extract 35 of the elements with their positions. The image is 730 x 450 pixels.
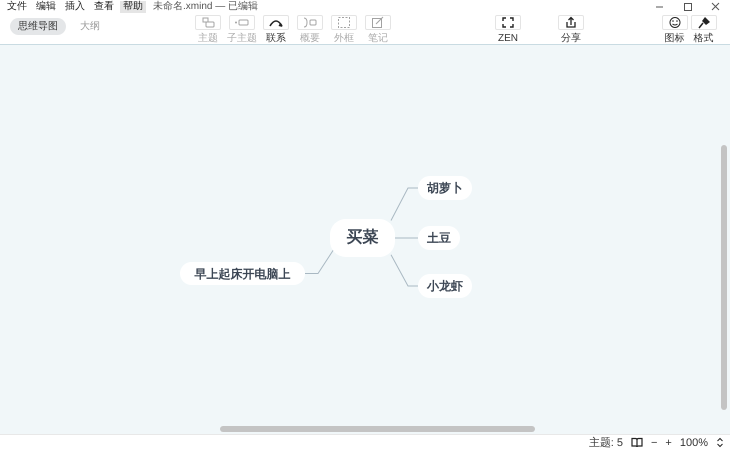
menu-item[interactable]: 编辑	[33, 0, 59, 12]
connector-line	[304, 248, 334, 274]
connector-line	[390, 254, 418, 286]
horizontal-scrollbar[interactable]	[220, 426, 535, 432]
zoom-out-button[interactable]: −	[650, 436, 658, 448]
topic-node[interactable]: 早上起床开电脑上	[180, 262, 305, 285]
view-tab[interactable]: 思维导图	[10, 18, 66, 35]
up-down-icon[interactable]	[716, 437, 724, 448]
panel-button[interactable]: 格式	[689, 13, 718, 44]
zoom-in-button[interactable]: +	[665, 436, 672, 448]
smiley-icon	[666, 16, 682, 29]
central-topic[interactable]: 买菜	[330, 219, 395, 257]
bracket-icon	[302, 16, 318, 29]
menu-item[interactable]: 帮助	[120, 0, 146, 12]
share-button[interactable]: 分享	[554, 13, 588, 44]
book-icon[interactable]	[630, 437, 643, 448]
zen-button[interactable]: ZEN	[491, 13, 525, 44]
menu-item[interactable]: 文件	[4, 0, 30, 12]
panel-button[interactable]: 图标	[660, 13, 689, 44]
dashed-frame-icon	[336, 16, 352, 29]
fullscreen-icon	[500, 16, 516, 29]
note-icon	[370, 16, 386, 29]
menu-item[interactable]: 查看	[91, 0, 117, 12]
vertical-scrollbar[interactable]	[721, 145, 727, 410]
topic-count: 主题: 5	[588, 436, 623, 448]
brush-icon	[696, 16, 712, 29]
topic-node[interactable]: 小龙虾	[418, 274, 472, 298]
topic-node[interactable]: 胡萝卜	[418, 176, 472, 200]
topic-icon	[200, 16, 216, 29]
connector-line	[390, 188, 418, 221]
toolbar-button[interactable]: 联系	[259, 13, 293, 44]
window-title: 未命名.xmind — 已编辑	[153, 0, 258, 14]
zoom-level: 100%	[680, 436, 708, 448]
topic-node[interactable]: 土豆	[418, 226, 460, 250]
menu-item[interactable]: 插入	[62, 0, 88, 12]
